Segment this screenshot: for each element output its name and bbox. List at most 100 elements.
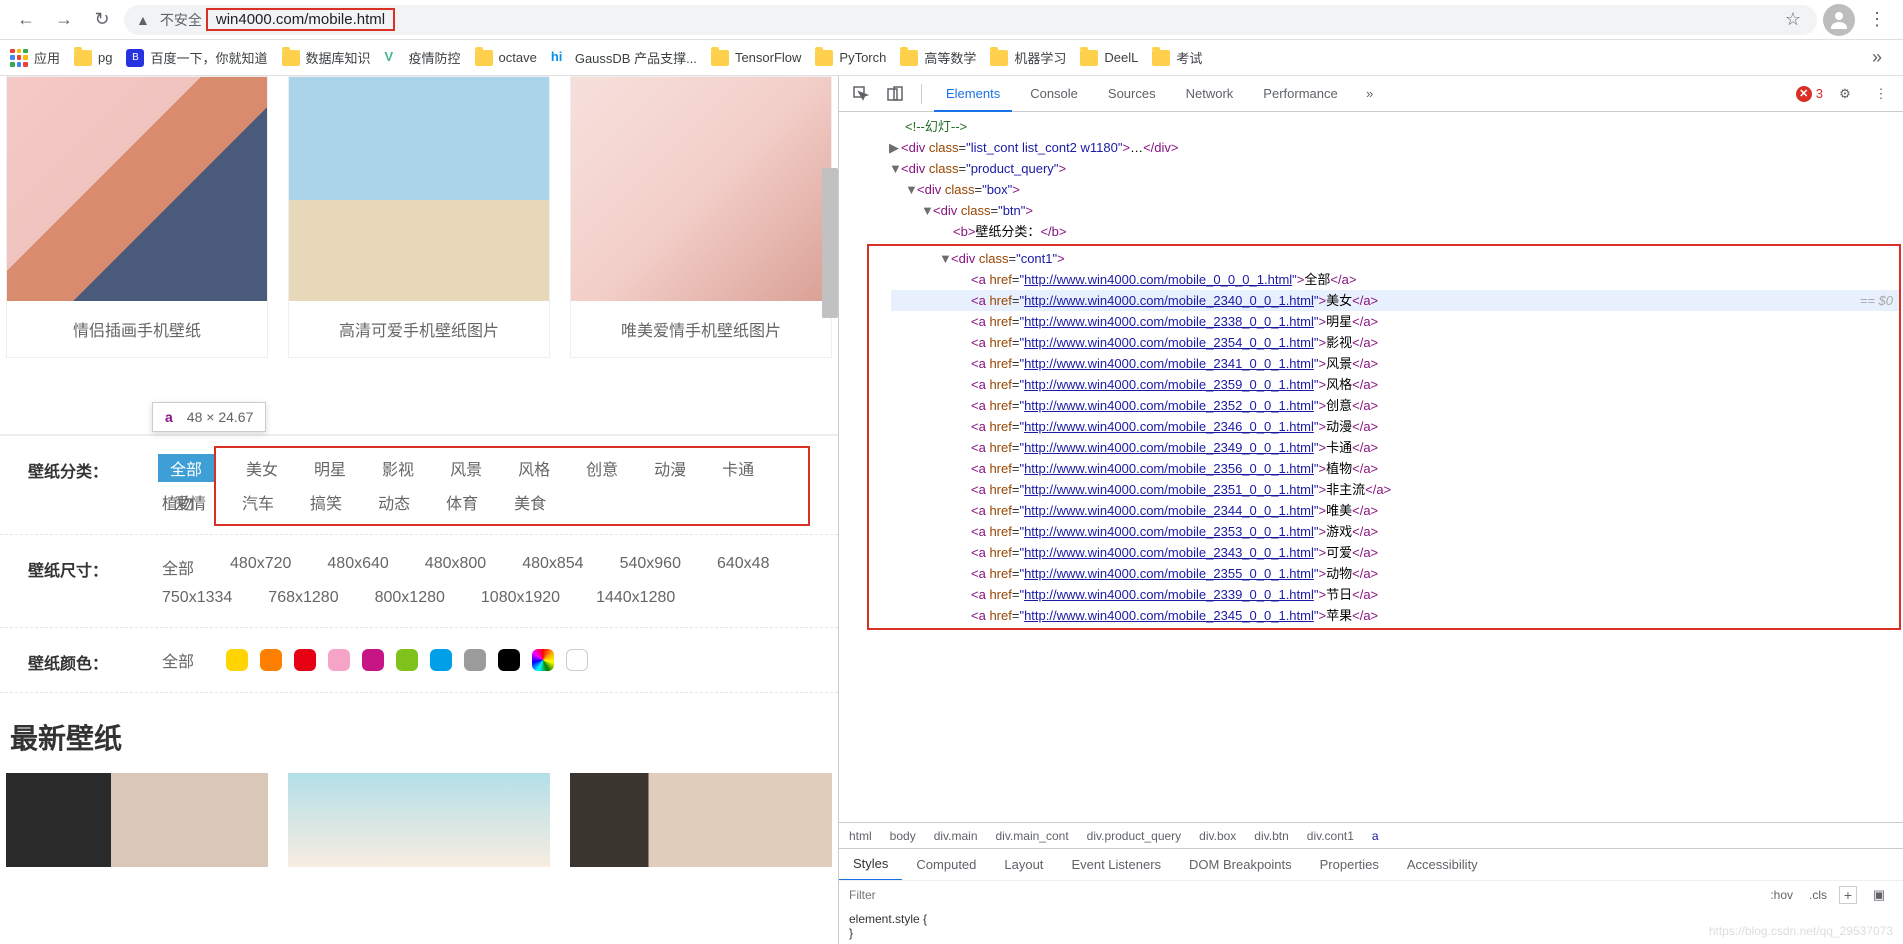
dom-link-node[interactable]: <a href="http://www.win4000.com/mobile_2… <box>891 458 1899 479</box>
st-tab-styles[interactable]: Styles <box>839 849 902 881</box>
error-badge[interactable]: ✕3 <box>1796 86 1823 102</box>
bookmarks-overflow-icon[interactable]: » <box>1861 42 1893 74</box>
bookmark-item[interactable]: DeelL <box>1080 50 1138 66</box>
category-all[interactable]: 全部 <box>158 454 214 482</box>
back-button[interactable]: ← <box>10 4 42 36</box>
reload-button[interactable]: ↻ <box>86 4 118 36</box>
dom-link-node[interactable]: <a href="http://www.win4000.com/mobile_2… <box>891 563 1899 584</box>
bookmark-item[interactable]: pg <box>74 50 112 66</box>
st-tab-computed[interactable]: Computed <box>902 849 990 881</box>
size-link[interactable]: 640x48 <box>713 553 774 581</box>
category-link[interactable]: 风格 <box>514 454 554 482</box>
size-link[interactable]: 480x640 <box>323 553 392 581</box>
elements-tree[interactable]: <!--幻灯--> ▶<div class="list_cont list_co… <box>839 112 1903 822</box>
color-swatch[interactable] <box>566 649 588 671</box>
category-link[interactable]: 动漫 <box>650 454 690 482</box>
color-swatch[interactable] <box>532 649 554 671</box>
dom-link-node[interactable]: <a href="http://www.win4000.com/mobile_2… <box>891 374 1899 395</box>
size-link[interactable]: 800x1280 <box>371 587 449 609</box>
bookmark-item[interactable]: TensorFlow <box>711 50 801 66</box>
st-tab-events[interactable]: Event Listeners <box>1057 849 1175 881</box>
dom-link-node[interactable]: <a href="http://www.win4000.com/mobile_2… <box>891 416 1899 437</box>
dom-link-node[interactable]: <a href="http://www.win4000.com/mobile_2… <box>891 521 1899 542</box>
bookmark-item[interactable]: 数据库知识 <box>282 48 371 67</box>
bookmark-star-icon[interactable]: ☆ <box>1785 9 1801 30</box>
styles-filter-input[interactable] <box>849 888 1758 902</box>
category-link[interactable]: 影视 <box>378 454 418 482</box>
wallpaper-card[interactable]: 高清可爱手机壁纸图片 <box>288 76 550 358</box>
color-swatch[interactable] <box>226 649 248 671</box>
page-scrollbar-thumb[interactable] <box>822 168 838 318</box>
profile-avatar[interactable] <box>1823 4 1855 36</box>
color-swatch[interactable] <box>328 649 350 671</box>
color-swatch[interactable] <box>396 649 418 671</box>
devtools-menu-icon[interactable]: ⋮ <box>1867 80 1895 108</box>
category-link[interactable]: 汽车 <box>238 488 278 516</box>
category-link[interactable]: 创意 <box>582 454 622 482</box>
color-swatch[interactable] <box>430 649 452 671</box>
category-link[interactable]: 美女 <box>242 454 282 482</box>
bookmark-item[interactable]: B百度一下，你就知道 <box>126 48 267 67</box>
dom-link-node[interactable]: <a href="http://www.win4000.com/mobile_2… <box>891 500 1899 521</box>
bookmark-item[interactable]: PyTorch <box>815 50 886 66</box>
color-swatch[interactable] <box>294 649 316 671</box>
category-link[interactable]: 风景 <box>446 454 486 482</box>
tab-elements[interactable]: Elements <box>934 76 1012 112</box>
dom-link-node[interactable]: <a href="http://www.win4000.com/mobile_2… <box>891 395 1899 416</box>
size-all[interactable]: 全部 <box>158 553 198 581</box>
dom-link-node[interactable]: <a href="http://www.win4000.com/mobile_2… <box>891 605 1899 626</box>
category-link[interactable]: 动态 <box>374 488 414 516</box>
dom-link-node[interactable]: <a href="http://www.win4000.com/mobile_2… <box>891 437 1899 458</box>
size-link[interactable]: 768x1280 <box>264 587 342 609</box>
color-swatch[interactable] <box>260 649 282 671</box>
category-link[interactable]: 体育 <box>442 488 482 516</box>
st-tab-props[interactable]: Properties <box>1306 849 1393 881</box>
category-link[interactable]: 爱情 <box>170 488 210 516</box>
st-tab-layout[interactable]: Layout <box>990 849 1057 881</box>
apps-button[interactable]: 应用 <box>10 48 60 67</box>
size-link[interactable]: 480x854 <box>518 553 587 581</box>
dom-link-node[interactable]: <a href="http://www.win4000.com/mobile_2… <box>891 542 1899 563</box>
wallpaper-thumb[interactable] <box>6 773 268 867</box>
wallpaper-thumb[interactable] <box>570 773 832 867</box>
styles-panel-toggle-icon[interactable]: ▣ <box>1865 881 1893 909</box>
wallpaper-card[interactable]: 唯美爱情手机壁纸图片 <box>570 76 832 358</box>
color-all[interactable]: 全部 <box>158 646 198 674</box>
size-link[interactable]: 1440x1280 <box>592 587 679 609</box>
size-link[interactable]: 480x800 <box>421 553 490 581</box>
st-tab-dombp[interactable]: DOM Breakpoints <box>1175 849 1306 881</box>
dom-link-node[interactable]: <a href="http://www.win4000.com/mobile_2… <box>891 311 1899 332</box>
color-swatch[interactable] <box>464 649 486 671</box>
bookmark-item[interactable]: octave <box>475 50 537 66</box>
size-link[interactable]: 750x1334 <box>158 587 236 609</box>
device-toggle-icon[interactable] <box>881 80 909 108</box>
bookmark-item[interactable]: hiGaussDB 产品支撑... <box>551 48 697 67</box>
cls-toggle[interactable]: .cls <box>1805 888 1831 902</box>
inspect-element-icon[interactable] <box>847 80 875 108</box>
size-link[interactable]: 480x720 <box>226 553 295 581</box>
bookmark-item[interactable]: 考试 <box>1152 48 1202 67</box>
chrome-menu-icon[interactable]: ⋮ <box>1861 4 1893 36</box>
tab-network[interactable]: Network <box>1174 76 1246 112</box>
category-link[interactable]: 明星 <box>310 454 350 482</box>
color-swatch[interactable] <box>362 649 384 671</box>
dom-link-node[interactable]: <a href="http://www.win4000.com/mobile_0… <box>891 269 1899 290</box>
dom-link-node[interactable]: <a href="http://www.win4000.com/mobile_2… <box>891 290 1899 311</box>
st-tab-a11y[interactable]: Accessibility <box>1393 849 1492 881</box>
dom-link-node[interactable]: <a href="http://www.win4000.com/mobile_2… <box>891 479 1899 500</box>
new-style-rule-button[interactable]: + <box>1839 886 1857 904</box>
tab-performance[interactable]: Performance <box>1251 76 1349 112</box>
tabs-overflow-icon[interactable]: » <box>1356 80 1384 108</box>
category-link[interactable]: 卡通 <box>718 454 758 482</box>
devtools-settings-icon[interactable]: ⚙ <box>1831 80 1859 108</box>
color-swatch[interactable] <box>498 649 520 671</box>
dom-link-node[interactable]: <a href="http://www.win4000.com/mobile_2… <box>891 353 1899 374</box>
bookmark-item[interactable]: 机器学习 <box>990 48 1066 67</box>
size-link[interactable]: 1080x1920 <box>477 587 564 609</box>
wallpaper-thumb[interactable] <box>288 773 550 867</box>
forward-button[interactable]: → <box>48 4 80 36</box>
size-link[interactable]: 540x960 <box>616 553 685 581</box>
dom-link-node[interactable]: <a href="http://www.win4000.com/mobile_2… <box>891 332 1899 353</box>
dom-link-node[interactable]: <a href="http://www.win4000.com/mobile_2… <box>891 584 1899 605</box>
tab-sources[interactable]: Sources <box>1096 76 1168 112</box>
